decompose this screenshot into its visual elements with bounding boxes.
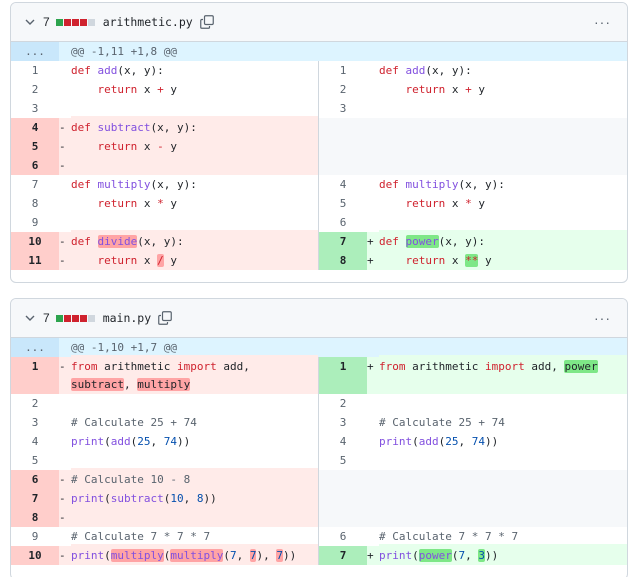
expand-button[interactable]: ... [11,338,59,357]
diff-file-arithmetic: 7 arithmetic.py ··· ... @@ -1,11 +1,8 @@… [10,2,628,283]
hunk-text: @@ -1,11 +1,8 @@ [71,45,177,58]
diffstat-bars [55,18,95,26]
file-header: 7 main.py ··· [11,299,627,338]
diff-row: 1- from arithmetic import add, subtract, … [11,355,627,394]
diff-row: 10- print(multiply(multiply(7, 7), 7)) 7 +… [11,544,627,565]
chevron-down-icon[interactable] [19,312,41,324]
chevron-down-icon[interactable] [19,16,41,28]
hunk-text: @@ -1,10 +1,7 @@ [71,341,177,354]
changes-count: 7 [43,15,50,29]
file-header: 7 arithmetic.py ··· [11,3,627,42]
copy-icon[interactable] [158,311,173,325]
kebab-horizontal-icon[interactable]: ··· [594,310,619,326]
diff-row: 11- return x / y 8 + return x ** y [11,249,627,270]
expand-button[interactable]: ... [11,42,59,61]
diff-file-main: 7 main.py ··· ... @@ -1,10 +1,7 @@ 1- fro… [10,298,628,577]
kebab-horizontal-icon[interactable]: ··· [594,14,619,30]
file-name[interactable]: arithmetic.py [103,15,193,29]
diffstat-bars [55,314,95,322]
file-name[interactable]: main.py [103,311,151,325]
copy-icon[interactable] [199,15,214,29]
changes-count: 7 [43,311,50,325]
